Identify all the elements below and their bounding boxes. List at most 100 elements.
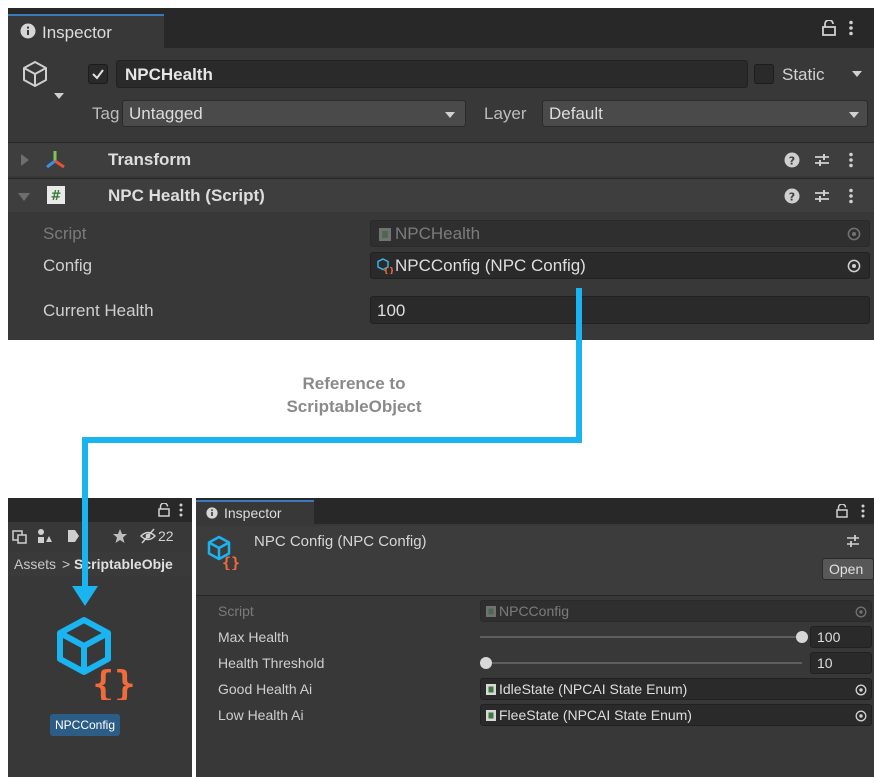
chevron-down-icon [445,111,455,119]
health-threshold-field[interactable]: 10 [810,652,872,674]
search-by-label-icon[interactable] [66,528,80,544]
help-icon[interactable]: ? [784,152,800,168]
good-health-ai-field[interactable]: IdleState (NPCAI State Enum) [480,678,872,700]
current-health-value: 100 [377,301,406,320]
kebab-menu-icon[interactable] [848,188,854,204]
name-field[interactable]: NPCHealth [116,60,748,88]
layer-dropdown[interactable]: Default [542,100,868,127]
help-icon[interactable]: ? [784,188,800,204]
tab-inspector-label: Inspector [42,23,112,42]
object-picker-icon[interactable] [855,710,867,722]
slider-track [480,636,802,638]
tab-inspector[interactable]: Inspector [8,14,164,48]
icon-dropdown-arrow-icon[interactable] [54,92,64,100]
svg-text:?: ? [789,155,795,168]
svg-text:#: # [51,189,62,204]
open-button[interactable]: Open [822,558,874,580]
preset-sliders-icon[interactable] [846,534,860,548]
health-threshold-label: Health Threshold [218,655,325,671]
slider-thumb[interactable] [796,631,808,643]
max-health-field[interactable]: 100 [810,626,872,648]
current-health-field[interactable]: 100 [370,296,870,324]
kebab-menu-icon[interactable] [848,20,854,36]
script-file-icon [486,606,496,617]
annotation-line-2: ScriptableObject [286,397,422,416]
object-picker-icon [855,606,867,618]
annotation-label: Reference to ScriptableObject [244,372,464,418]
config-field[interactable]: {} NPCConfig (NPC Config) [370,252,870,279]
kebab-menu-icon[interactable] [848,152,854,168]
health-threshold-slider[interactable] [480,654,802,672]
csharp-script-icon: # [46,185,66,205]
active-checkbox[interactable] [88,64,108,84]
slider-thumb[interactable] [480,657,492,669]
good-health-ai-value: IdleState (NPCAI State Enum) [499,681,688,697]
low-health-ai-value: FleeState (NPCAI State Enum) [499,707,692,723]
slider-track [486,662,802,664]
tab-inspector[interactable]: Inspector [196,500,314,524]
svg-text:{}: {} [92,664,135,700]
script-field: NPCHealth [370,220,870,247]
config-field-value: NPCConfig (NPC Config) [395,256,586,275]
scriptable-object-icon: {} [206,534,240,570]
breadcrumb: Assets > ScriptableObje [8,552,192,576]
favorites-star-icon[interactable] [112,528,128,544]
search-by-type-icon[interactable] [36,528,52,544]
script-field-label: Script [43,224,87,243]
lock-icon[interactable] [158,503,170,517]
project-window: 22 Assets > ScriptableObje {} NPCConfig [8,498,192,777]
script-field-value: NPCHealth [395,224,481,243]
foldout-collapsed-icon[interactable] [20,154,30,166]
lock-icon[interactable] [836,504,848,518]
project-toolbar: 22 [8,524,192,548]
scriptable-object-icon: {} [377,258,393,274]
gameobject-cube-icon [22,60,48,88]
object-picker-icon[interactable] [855,684,867,696]
top-inspector-window: Inspector NPCHealth Static Tag Untagged … [8,8,874,340]
static-checkbox[interactable] [754,64,774,84]
foldout-expanded-icon[interactable] [18,192,30,202]
preset-sliders-icon[interactable] [814,188,830,204]
tab-inspector-label: Inspector [224,505,282,521]
transform-axes-icon [44,149,66,171]
max-health-slider[interactable] [480,628,808,646]
asset-name-label[interactable]: NPCConfig [50,714,121,736]
open-button-label: Open [829,561,864,577]
asset-header: {} NPC Config (NPC Config) Open [196,526,874,596]
svg-text:?: ? [789,191,795,204]
svg-text:{}: {} [222,554,240,570]
static-dropdown-icon[interactable] [852,70,862,78]
script-file-icon [379,228,391,241]
breadcrumb-assets[interactable]: Assets [14,556,56,572]
component-header-npc-health[interactable]: # NPC Health (Script) ? [8,178,874,212]
script-field-value: NPCConfig [499,603,570,619]
max-health-value: 100 [817,629,841,645]
low-health-ai-label: Low Health Ai [218,707,304,723]
checkmark-icon [92,69,104,80]
breadcrumb-folder[interactable]: ScriptableObje [74,556,173,572]
info-icon [206,507,218,519]
script-file-icon [486,710,496,721]
bottom-inspector-window: Inspector {} NPC Config (NPC Config) Ope… [196,498,874,777]
lock-icon[interactable] [822,20,836,36]
health-threshold-value: 10 [817,655,833,671]
chevron-down-icon [849,111,859,119]
tag-dropdown[interactable]: Untagged [122,100,466,127]
kebab-menu-icon[interactable] [860,504,866,518]
hidden-packages-icon[interactable] [140,528,156,544]
kebab-menu-icon[interactable] [178,503,184,517]
hidden-packages-count: 22 [158,528,174,544]
low-health-ai-field[interactable]: FleeState (NPCAI State Enum) [480,704,872,726]
object-picker-icon[interactable] [847,259,861,273]
layer-label: Layer [484,104,527,123]
current-health-label: Current Health [43,301,154,320]
preset-sliders-icon[interactable] [814,152,830,168]
create-folder-icon[interactable] [12,528,28,544]
component-header-transform[interactable]: Transform ? [8,142,874,176]
max-health-label: Max Health [218,629,289,645]
asset-name-text: NPCConfig [55,718,116,732]
scriptable-object-asset-icon[interactable]: {} [54,614,138,700]
script-field: NPCConfig [480,600,872,622]
info-icon [20,23,36,39]
asset-header-title: NPC Config (NPC Config) [254,533,427,550]
